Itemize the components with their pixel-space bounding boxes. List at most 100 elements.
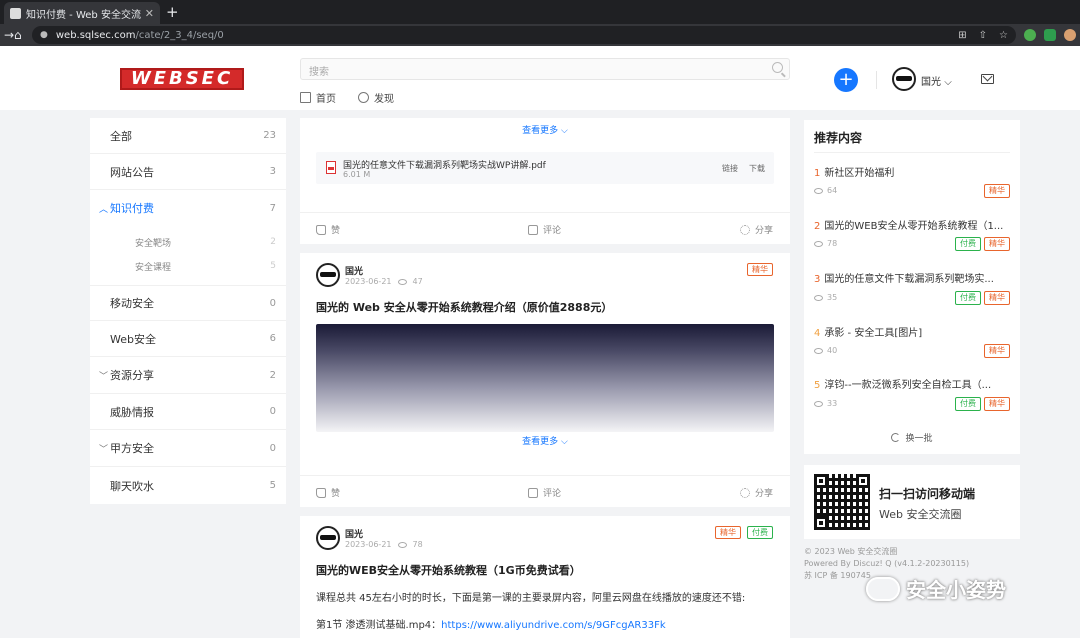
- forward-icon[interactable]: →: [4, 27, 14, 43]
- address-bar[interactable]: ● web.sqlsec.com /cate/2_3_4/seq/0 ⊞ ⇧ ☆: [32, 26, 1016, 44]
- category-paid-knowledge[interactable]: ︿ 知识付费 7: [90, 190, 286, 226]
- share-button[interactable]: 分享: [740, 223, 773, 236]
- author-avatar[interactable]: [316, 263, 340, 287]
- thumbs-up-icon: [316, 487, 326, 498]
- see-more-link[interactable]: 查看更多 ⌵: [300, 434, 790, 447]
- category-threat-intel[interactable]: 威胁情报 0: [90, 394, 286, 430]
- subcategory-courses[interactable]: 安全课程 5: [90, 254, 286, 278]
- chevron-down-icon: ⌵: [561, 126, 568, 136]
- post-meta: 2023-06-21 47: [345, 277, 423, 286]
- bookmark-star-icon[interactable]: ☆: [999, 30, 1008, 41]
- category-web-security[interactable]: Web安全 6: [90, 321, 286, 357]
- subcategory-count: 5: [270, 261, 276, 271]
- post-action-bar: 赞 评论 分享: [300, 212, 790, 244]
- episode-link[interactable]: https://www.aliyundrive.com/s/9GFcgAR33F…: [441, 620, 665, 631]
- category-announcements[interactable]: 网站公告 3: [90, 154, 286, 190]
- home-icon[interactable]: ⌂: [14, 27, 22, 43]
- views-count: 33: [827, 399, 838, 408]
- footer-powered[interactable]: Powered By Discuz! Q (v4.1.2-20230115): [804, 558, 969, 570]
- category-label: 资源分享: [110, 369, 154, 382]
- recommend-item[interactable]: 3 国光的任意文件下载漏洞系列靶场实...: [814, 270, 1012, 285]
- see-more-link[interactable]: 查看更多 ⌵: [300, 123, 790, 136]
- post-author[interactable]: 国光: [345, 264, 363, 277]
- share-page-icon[interactable]: ⇧: [979, 30, 987, 41]
- category-mobile-security[interactable]: 移动安全 0: [90, 285, 286, 321]
- qr-finder: [856, 474, 870, 488]
- search-input[interactable]: 搜索: [300, 58, 790, 80]
- post-date: 2023-06-21: [345, 540, 392, 549]
- subcategory-label: 安全靶场: [135, 238, 172, 249]
- recommend-item[interactable]: 4 承影 - 安全工具[图片]: [814, 324, 1012, 339]
- profile-avatar-icon[interactable]: [1064, 29, 1076, 41]
- qr-finder: [814, 474, 828, 488]
- nav-home[interactable]: 首页: [300, 90, 336, 105]
- author-avatar[interactable]: [316, 526, 340, 550]
- post-cover-image[interactable]: [316, 324, 774, 432]
- attachment-link-button[interactable]: 链接: [722, 163, 738, 174]
- like-button[interactable]: 赞: [316, 486, 340, 499]
- translate-icon[interactable]: ⊞: [958, 30, 966, 41]
- browser-tab-bar: 知识付费 - Web 安全交流圈 ✕ +: [0, 0, 1080, 24]
- category-label: 聊天吹水: [110, 479, 154, 493]
- recommend-item[interactable]: 1 新社区开始福利: [814, 164, 1012, 179]
- nav-discover[interactable]: 发现: [358, 90, 394, 105]
- category-count: 0: [269, 406, 276, 417]
- chevron-down-icon: ⌵: [561, 437, 568, 447]
- chevron-down-icon: ﹀: [99, 371, 109, 382]
- recommend-badges: 付费 精华: [955, 291, 1010, 305]
- user-avatar[interactable]: [892, 67, 916, 91]
- comment-label: 评论: [543, 226, 562, 236]
- chevron-down-icon: ﹀: [99, 444, 109, 455]
- views-count: 35: [827, 293, 838, 302]
- attachment-file[interactable]: 国光的任意文件下载漏洞系列靶场实战WP讲解.pdf 6.01 M 链接 下载: [316, 152, 774, 184]
- rank-number: 3: [814, 274, 821, 285]
- user-menu[interactable]: 国光 ⌵: [921, 73, 952, 88]
- attachment-download-button[interactable]: 下载: [749, 163, 765, 174]
- share-button[interactable]: 分享: [740, 486, 773, 499]
- comment-label: 评论: [543, 489, 562, 499]
- recommend-item[interactable]: 5 淳钧--一款泛微系列安全自检工具（...: [814, 376, 1012, 391]
- comment-button[interactable]: 评论: [528, 223, 561, 236]
- comment-icon: [528, 487, 538, 498]
- new-tab-button[interactable]: +: [166, 2, 179, 22]
- post-author[interactable]: 国光: [345, 527, 363, 540]
- subcategory-range[interactable]: 安全靶场 2: [90, 230, 286, 254]
- search-icon[interactable]: [772, 62, 783, 73]
- mail-icon[interactable]: [981, 74, 994, 84]
- category-chat[interactable]: 聊天吹水 5: [90, 467, 286, 504]
- like-button[interactable]: 赞: [316, 223, 340, 236]
- extension-shield-icon[interactable]: [1044, 29, 1056, 41]
- category-count: 0: [269, 442, 276, 454]
- eye-icon: [814, 187, 823, 194]
- post-action-bar: 赞 评论 分享: [300, 475, 790, 507]
- category-enterprise-security[interactable]: ﹀ 甲方安全 0: [90, 430, 286, 467]
- recommend-badges: 精华: [984, 344, 1010, 358]
- post-date: 2023-06-21: [345, 277, 392, 286]
- category-resource-share[interactable]: ﹀ 资源分享 2: [90, 357, 286, 394]
- recommend-item[interactable]: 2 国光的WEB安全从零开始系统教程（1...: [814, 217, 1012, 232]
- divider: [814, 152, 1010, 153]
- post-title[interactable]: 国光的 Web 安全从零开始系统教程介绍（原价值2888元）: [316, 299, 612, 315]
- like-label: 赞: [331, 489, 341, 499]
- featured-badge: 精华: [984, 397, 1010, 411]
- nav-home-label: 首页: [316, 94, 336, 105]
- recommend-views: 64: [814, 186, 837, 195]
- rank-number: 5: [814, 380, 821, 391]
- see-more-label: 查看更多: [522, 126, 559, 136]
- featured-badge: 精华: [715, 526, 741, 539]
- extension-green-icon[interactable]: [1024, 29, 1036, 41]
- create-post-button[interactable]: +: [834, 68, 858, 92]
- chevron-up-icon: ︿: [99, 204, 109, 215]
- eye-icon: [814, 347, 823, 354]
- comment-button[interactable]: 评论: [528, 486, 561, 499]
- eye-icon: [814, 294, 823, 301]
- recommend-item-title: 国光的WEB安全从零开始系统教程（1...: [824, 221, 1004, 232]
- browser-tab[interactable]: 知识付费 - Web 安全交流圈 ✕: [4, 2, 160, 24]
- views-count: 40: [827, 346, 838, 355]
- category-all[interactable]: 全部 23: [90, 118, 286, 154]
- category-label: 全部: [110, 129, 132, 143]
- site-logo[interactable]: WEBSEC: [120, 68, 244, 90]
- refresh-button[interactable]: 换一批: [804, 431, 1020, 444]
- post-title[interactable]: 国光的WEB安全从零开始系统教程（1G币免费试看）: [316, 562, 581, 578]
- close-tab-icon[interactable]: ✕: [145, 7, 154, 20]
